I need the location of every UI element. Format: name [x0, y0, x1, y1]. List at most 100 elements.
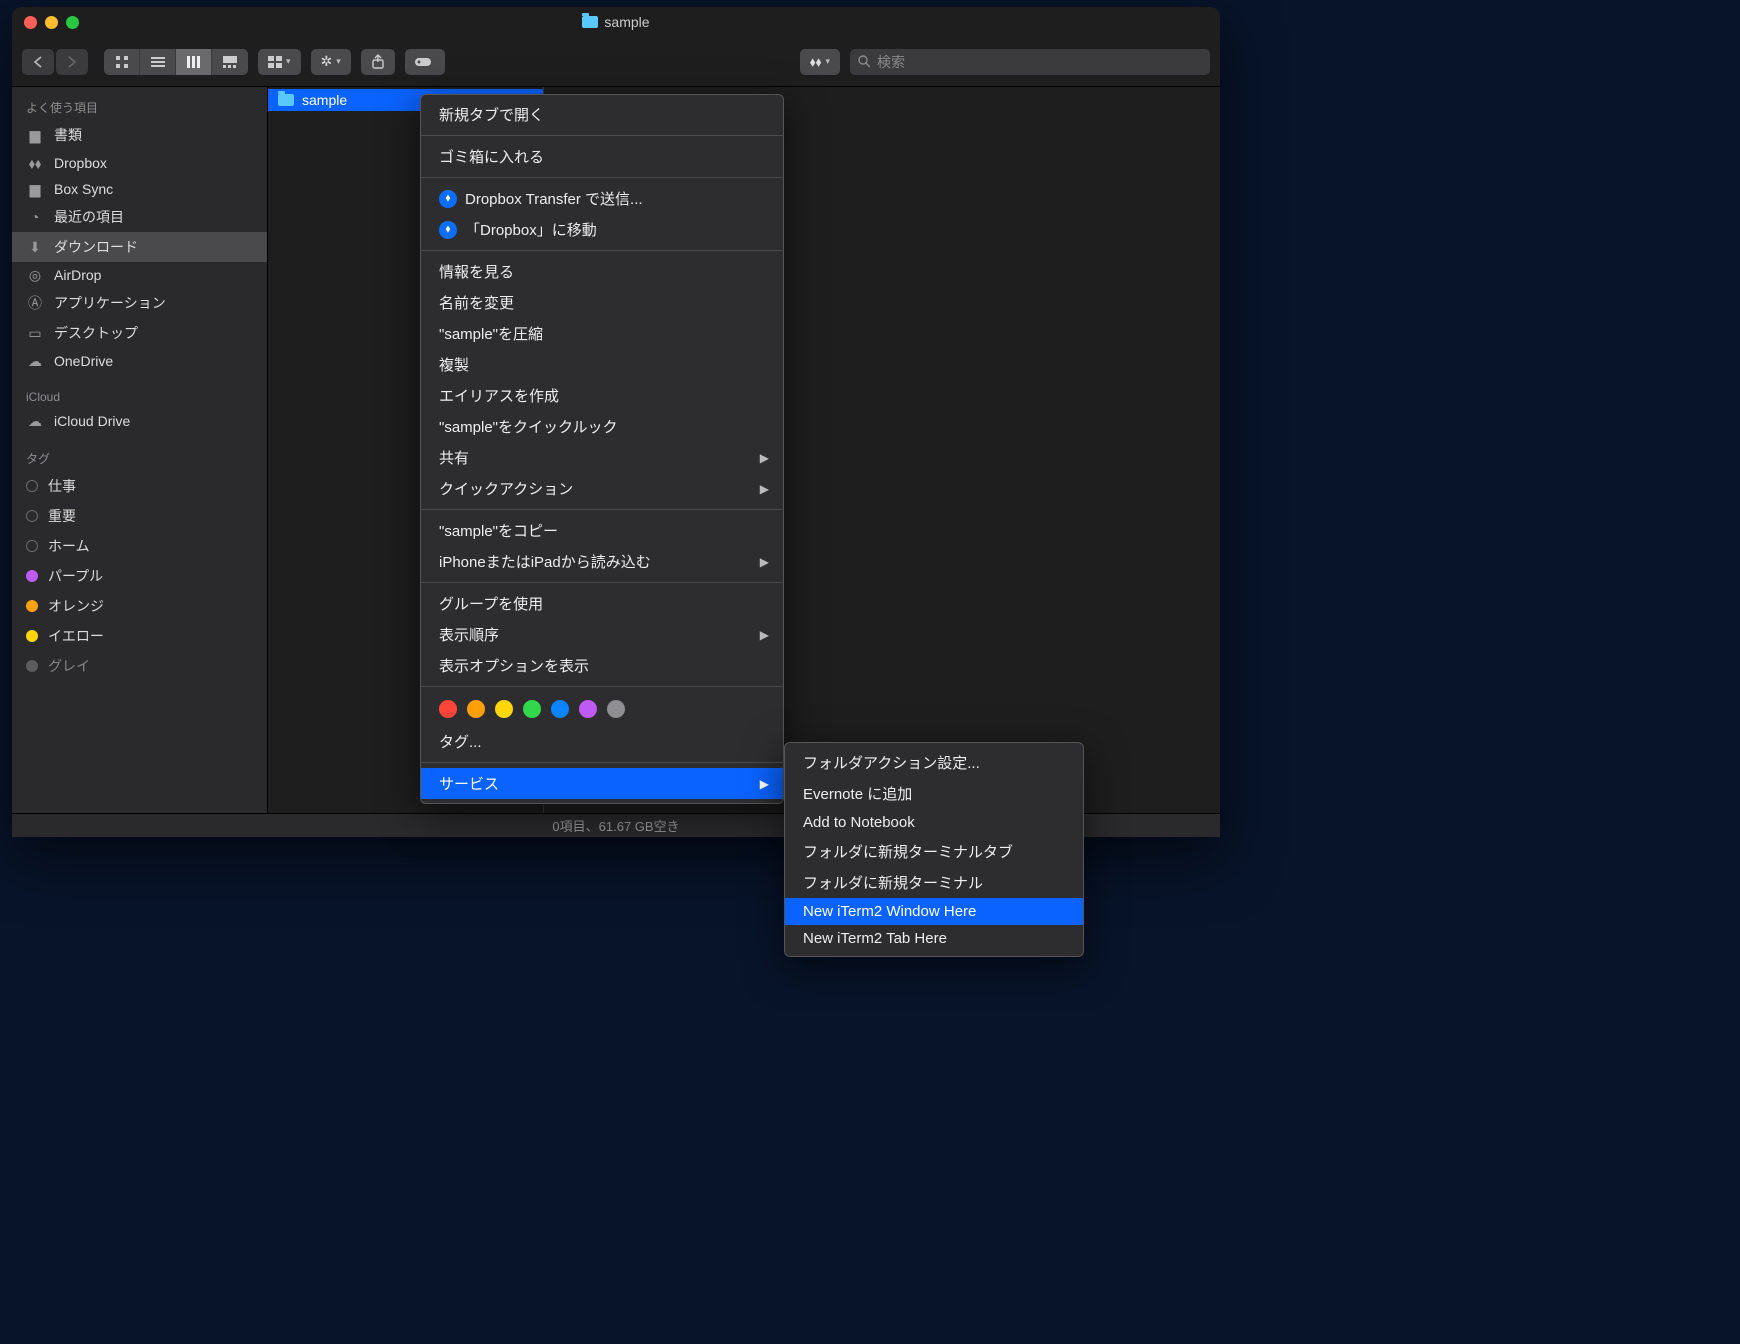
menu-move-to-trash[interactable]: ゴミ箱に入れる: [421, 141, 783, 172]
sidebar-item-recents[interactable]: ◔最近の項目: [12, 202, 267, 232]
window-title: sample: [12, 14, 1220, 30]
menu-separator: [421, 135, 783, 136]
menu-item-label: フォルダに新規ターミナル: [803, 872, 983, 893]
view-icons-button[interactable]: [104, 49, 140, 75]
chevron-right-icon: ▶: [760, 777, 769, 791]
sidebar-item-box-sync[interactable]: ▆Box Sync: [12, 176, 267, 202]
view-list-button[interactable]: [140, 49, 176, 75]
view-gallery-button[interactable]: [212, 49, 248, 75]
sidebar-tag-work[interactable]: 仕事: [12, 471, 267, 501]
sidebar-item-dropbox[interactable]: ⬧⬧Dropbox: [12, 150, 267, 176]
menu-quick-look[interactable]: "sample"をクイックルック: [421, 411, 783, 442]
menu-compress[interactable]: "sample"を圧縮: [421, 318, 783, 349]
sidebar-item-label: 最近の項目: [54, 207, 124, 227]
menu-item-label: 新規タブで開く: [439, 104, 544, 125]
menu-dropbox-transfer[interactable]: ⬧Dropbox Transfer で送信...: [421, 183, 783, 214]
back-button[interactable]: [22, 49, 54, 75]
sidebar-tag-yellow[interactable]: イエロー: [12, 621, 267, 651]
menu-share[interactable]: 共有▶: [421, 442, 783, 473]
search-field[interactable]: 検索: [850, 49, 1210, 75]
menu-services[interactable]: サービス▶: [421, 768, 783, 799]
sidebar-tag-purple[interactable]: パープル: [12, 561, 267, 591]
chevron-right-icon: ▶: [760, 451, 769, 465]
forward-button[interactable]: [56, 49, 88, 75]
sidebar-tag-orange[interactable]: オレンジ: [12, 591, 267, 621]
tag-color-orange[interactable]: [467, 700, 485, 718]
dropbox-toolbar-button[interactable]: ⬧⬧▾: [800, 49, 840, 75]
sidebar-item-label: 仕事: [48, 476, 76, 496]
sidebar-section-icloud: iCloud: [12, 384, 267, 408]
sidebar-item-label: OneDrive: [54, 353, 113, 369]
menu-dropbox-move[interactable]: ⬧「Dropbox」に移動: [421, 214, 783, 245]
sidebar-item-airdrop[interactable]: ◎AirDrop: [12, 262, 267, 288]
services-new-terminal-tab[interactable]: フォルダに新規ターミナルタブ: [785, 836, 1083, 867]
close-window-button[interactable]: [24, 16, 37, 29]
sidebar-tag-important[interactable]: 重要: [12, 501, 267, 531]
menu-item-label: New iTerm2 Window Here: [803, 903, 976, 920]
sidebar-item-label: アプリケーション: [54, 293, 166, 313]
tag-color-purple[interactable]: [579, 700, 597, 718]
menu-use-groups[interactable]: グループを使用: [421, 588, 783, 619]
sidebar-item-label: オレンジ: [48, 596, 104, 616]
view-columns-button[interactable]: [176, 49, 212, 75]
services-evernote-add[interactable]: Evernote に追加: [785, 778, 1083, 809]
search-placeholder: 検索: [877, 52, 905, 72]
menu-make-alias[interactable]: エイリアスを作成: [421, 380, 783, 411]
sidebar-item-documents[interactable]: ▆書類: [12, 120, 267, 150]
sidebar-item-label: デスクトップ: [54, 323, 138, 343]
menu-import-from-device[interactable]: iPhoneまたはiPadから読み込む▶: [421, 546, 783, 577]
menu-copy[interactable]: "sample"をコピー: [421, 515, 783, 546]
menu-item-label: エイリアスを作成: [439, 385, 559, 406]
menu-item-label: "sample"をコピー: [439, 520, 558, 541]
cloud-icon: ☁: [26, 414, 44, 428]
menu-item-label: 表示オプションを表示: [439, 655, 589, 676]
tag-color-gray[interactable]: [607, 700, 625, 718]
tag-color-green[interactable]: [523, 700, 541, 718]
menu-separator: [421, 762, 783, 763]
menu-duplicate[interactable]: 複製: [421, 349, 783, 380]
menu-separator: [421, 686, 783, 687]
sidebar: よく使う項目 ▆書類 ⬧⬧Dropbox ▆Box Sync ◔最近の項目 ⬇ダ…: [12, 87, 268, 813]
dropbox-icon: ⬧: [439, 221, 457, 239]
menu-item-label: "sample"を圧縮: [439, 323, 543, 344]
services-iterm2-window[interactable]: New iTerm2 Window Here: [785, 898, 1083, 925]
services-iterm2-tab[interactable]: New iTerm2 Tab Here: [785, 925, 1083, 952]
menu-item-label: グループを使用: [439, 593, 543, 614]
menu-item-label: New iTerm2 Tab Here: [803, 930, 947, 947]
sidebar-item-downloads[interactable]: ⬇ダウンロード: [12, 232, 267, 262]
dropbox-icon: ⬧: [439, 190, 457, 208]
menu-sort-by[interactable]: 表示順序▶: [421, 619, 783, 650]
tag-color-blue[interactable]: [551, 700, 569, 718]
menu-rename[interactable]: 名前を変更: [421, 287, 783, 318]
menu-item-label: "sample"をクイックルック: [439, 416, 618, 437]
sidebar-item-desktop[interactable]: ▭デスクトップ: [12, 318, 267, 348]
tag-color-red[interactable]: [439, 700, 457, 718]
services-new-terminal[interactable]: フォルダに新規ターミナル: [785, 867, 1083, 898]
sidebar-item-applications[interactable]: Ⓐアプリケーション: [12, 288, 267, 318]
minimize-window-button[interactable]: [45, 16, 58, 29]
tags-button[interactable]: [405, 49, 445, 75]
action-button[interactable]: ✲▾: [311, 49, 351, 75]
chevron-down-icon: ▾: [286, 56, 291, 67]
menu-item-label: タグ...: [439, 731, 482, 752]
zoom-window-button[interactable]: [66, 16, 79, 29]
services-add-to-notebook[interactable]: Add to Notebook: [785, 809, 1083, 836]
menu-open-new-tab[interactable]: 新規タブで開く: [421, 99, 783, 130]
tag-dot-icon: [26, 480, 38, 492]
group-by-button[interactable]: ▾: [258, 49, 301, 75]
services-folder-actions[interactable]: フォルダアクション設定...: [785, 747, 1083, 778]
sidebar-tag-home[interactable]: ホーム: [12, 531, 267, 561]
airdrop-icon: ◎: [26, 268, 44, 282]
menu-tags[interactable]: タグ...: [421, 726, 783, 757]
share-button[interactable]: [361, 49, 395, 75]
tag-color-yellow[interactable]: [495, 700, 513, 718]
tag-dot-icon: [26, 600, 38, 612]
menu-quick-actions[interactable]: クイックアクション▶: [421, 473, 783, 504]
sidebar-item-onedrive[interactable]: ☁OneDrive: [12, 348, 267, 374]
menu-get-info[interactable]: 情報を見る: [421, 256, 783, 287]
sidebar-tag-gray[interactable]: グレイ: [12, 651, 267, 681]
chevron-right-icon: ▶: [760, 628, 769, 642]
sidebar-item-icloud-drive[interactable]: ☁iCloud Drive: [12, 408, 267, 434]
tag-dot-icon: [26, 630, 38, 642]
menu-show-view-options[interactable]: 表示オプションを表示: [421, 650, 783, 681]
